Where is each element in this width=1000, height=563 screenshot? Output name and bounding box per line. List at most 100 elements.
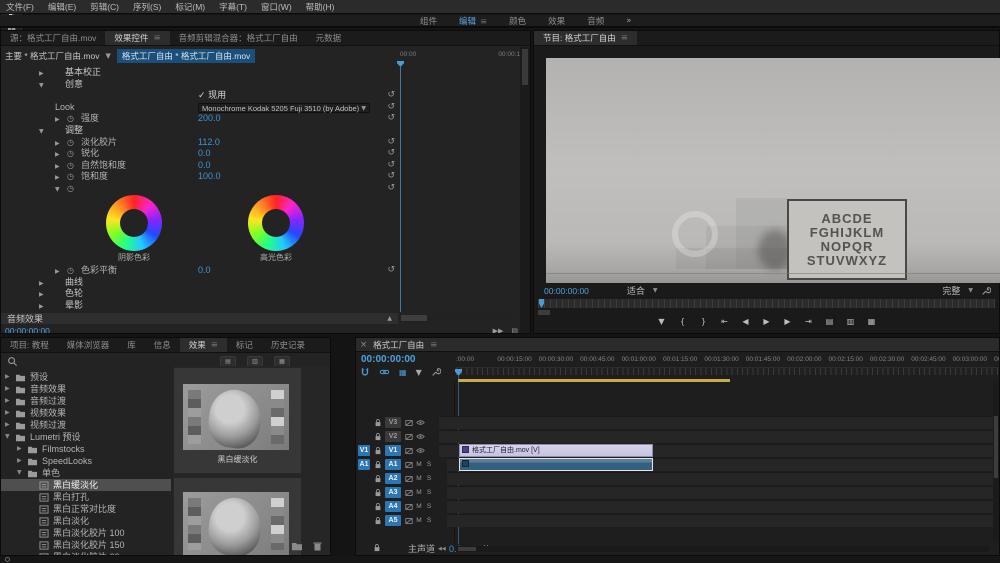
tree-item[interactable]: ▶ 预设 [1, 371, 171, 383]
track-lane[interactable] [447, 500, 993, 513]
menu-item[interactable]: 标记(M) [175, 1, 205, 13]
effect-parameter-row[interactable]: ▶◷色轮 ↺ [1, 288, 399, 300]
effect-parameter-row[interactable]: ▶◷色彩平衡 0.0 ↺ [1, 265, 399, 277]
menu-item[interactable]: 帮助(H) [306, 1, 335, 13]
track-target-button[interactable]: A4 [385, 501, 401, 512]
master-track-label[interactable]: 主声道 [408, 542, 435, 555]
stopwatch-icon[interactable]: ◷ [67, 137, 81, 149]
lock-icon[interactable] [374, 474, 382, 483]
lock-icon[interactable] [374, 446, 382, 455]
settings-wrench-icon[interactable] [981, 286, 991, 296]
source-patch-button[interactable] [358, 501, 370, 512]
panel-menu-icon[interactable]: ≡ [211, 340, 218, 350]
reset-icon[interactable]: ↺ [387, 102, 395, 114]
sync-lock-icon[interactable] [405, 461, 413, 469]
add-marker[interactable]: ▼ [657, 317, 667, 326]
scroll-left-icon[interactable]: ◀◀ [438, 546, 446, 552]
effect-parameter-row[interactable]: ▼◷调整 ▼ ↺ [1, 125, 399, 137]
effect-parameter-row[interactable]: ▶◷晕影 ↺ [1, 300, 399, 312]
tree-item[interactable]: 黑白淡化 [1, 515, 171, 527]
workspace-tab[interactable]: 音频≡ [587, 15, 604, 27]
track-output-eye-icon[interactable] [416, 419, 425, 426]
mute-button[interactable]: M [415, 517, 423, 524]
workspace-tab[interactable]: 效果≡ [548, 15, 565, 27]
parameter-value[interactable]: 0.0 [198, 160, 211, 172]
menu-item[interactable]: 剪辑(C) [90, 1, 119, 13]
panel-tab[interactable]: 音频剪辑混合器：格式工厂自由≡ [170, 31, 307, 45]
tree-item[interactable]: 黑白淡化胶片 150 [1, 539, 171, 551]
mute-button[interactable]: M [415, 461, 423, 468]
chevron-down-icon[interactable]: ▼ [653, 287, 658, 294]
panel-tab[interactable]: 源：格式工厂自由.mov≡ [1, 31, 105, 45]
stopwatch-icon[interactable]: ◷ [67, 265, 81, 277]
panel-tab[interactable]: 效果控件≡ [105, 31, 169, 45]
color-wheel[interactable] [248, 195, 304, 251]
panel-tab[interactable]: 标记≡ [227, 338, 262, 352]
trash-icon[interactable] [313, 541, 322, 551]
reset-icon[interactable]: ↺ [387, 183, 395, 195]
mark-in[interactable]: { [678, 317, 688, 326]
panel-tab[interactable]: 效果≡ [180, 338, 227, 352]
track-target-button[interactable]: V1 [385, 445, 401, 456]
panel-tab[interactable]: 信息≡ [145, 338, 180, 352]
twirl-arrow-icon[interactable]: ▼ [55, 184, 67, 196]
source-patch-button[interactable] [358, 473, 370, 484]
solo-button[interactable]: S [425, 461, 433, 468]
panel-tab[interactable]: 历史记录≡ [262, 338, 314, 352]
sequence-tab[interactable]: 格式工厂自由 [373, 339, 424, 351]
program-video-frame[interactable]: ABCDE FGHIJKLM NOPQR STUVWXYZ [546, 58, 1000, 283]
lock-icon[interactable] [374, 418, 382, 427]
effect-parameter-row[interactable]: ▼◷ ▼ ↺ [1, 183, 399, 195]
timeline-timecode[interactable]: 00:00:00:00 [361, 354, 415, 365]
program-playhead[interactable] [539, 299, 544, 308]
reset-icon[interactable]: ↺ [387, 160, 395, 172]
twirl-arrow-icon[interactable]: ▼ [5, 431, 15, 443]
panel-menu-icon[interactable]: ≡ [621, 33, 628, 43]
track-target-button[interactable]: V3 [385, 417, 401, 428]
effect-parameter-row[interactable]: ▶◷曲线 ↺ [1, 277, 399, 289]
stopwatch-icon[interactable]: ◷ [67, 113, 81, 125]
tree-item[interactable]: 黑白打孔 [1, 491, 171, 503]
source-patch-button[interactable] [358, 487, 370, 498]
program-scrub-bar[interactable] [538, 299, 995, 308]
menu-item[interactable]: 序列(S) [133, 1, 161, 13]
parameter-value[interactable]: 100.0 [198, 171, 221, 183]
color-wheel[interactable] [106, 195, 162, 251]
effect-parameter-row[interactable]: ▶◷自然饱和度 ▼ 0.0 ↺ [1, 160, 399, 172]
mute-button[interactable]: M [415, 475, 423, 482]
twirl-arrow-icon[interactable]: ▶ [39, 301, 51, 313]
lock-icon[interactable] [374, 460, 382, 469]
playback-resolution-select[interactable]: 完整 [942, 284, 960, 297]
panel-tab[interactable]: 项目: 教程≡ [1, 338, 58, 352]
track-output-eye-icon[interactable] [416, 447, 425, 454]
effect-parameter-row[interactable]: ▶◷淡化胶片 ▼ 112.0 ↺ [1, 137, 399, 149]
menu-item[interactable]: 窗口(W) [261, 1, 292, 13]
tree-item[interactable]: ▶ 音频效果 [1, 383, 171, 395]
mark-out[interactable]: } [699, 317, 709, 326]
source-patch-button[interactable] [358, 417, 370, 428]
parameter-value[interactable]: 0.0 [198, 265, 211, 277]
source-patch-button[interactable]: A1 [358, 459, 370, 470]
track-target-button[interactable]: A5 [385, 515, 401, 526]
sync-lock-icon[interactable] [405, 419, 413, 427]
stopwatch-icon[interactable]: ◷ [67, 148, 81, 160]
twirl-arrow-icon[interactable]: ▶ [5, 395, 15, 407]
workspace-tab[interactable]: 颜色≡ [509, 15, 526, 27]
play-around-icon[interactable]: ▶▶ [493, 327, 504, 334]
track-target-button[interactable]: V2 [385, 431, 401, 442]
snap-icon[interactable] [360, 367, 370, 377]
tree-item[interactable]: 黑白缓淡化 [1, 479, 171, 491]
stopwatch-icon[interactable]: ◷ [67, 183, 81, 195]
source-patch-button[interactable] [358, 515, 370, 526]
timeline-hscrollbar[interactable] [456, 546, 989, 552]
track-target-button[interactable]: A3 [385, 487, 401, 498]
go-to-out[interactable]: ⇥ [804, 317, 814, 326]
tree-item[interactable]: ▼ Lumetri 预设 [1, 431, 171, 443]
look-dropdown[interactable]: Monochrome Kodak 5205 Fuji 3510 (by Adob… [198, 103, 370, 113]
tree-item[interactable]: ▶ 音频过渡 [1, 395, 171, 407]
audio-effects-section-header[interactable]: 音频效果 ▲ [1, 313, 398, 324]
effect-hscrollbar[interactable] [400, 314, 510, 322]
track-target-button[interactable]: A1 [385, 459, 401, 470]
sync-lock-icon[interactable] [405, 475, 413, 483]
effect-parameter-row[interactable]: ◷ ✓ 现用 ▼ ↺ [1, 90, 399, 102]
